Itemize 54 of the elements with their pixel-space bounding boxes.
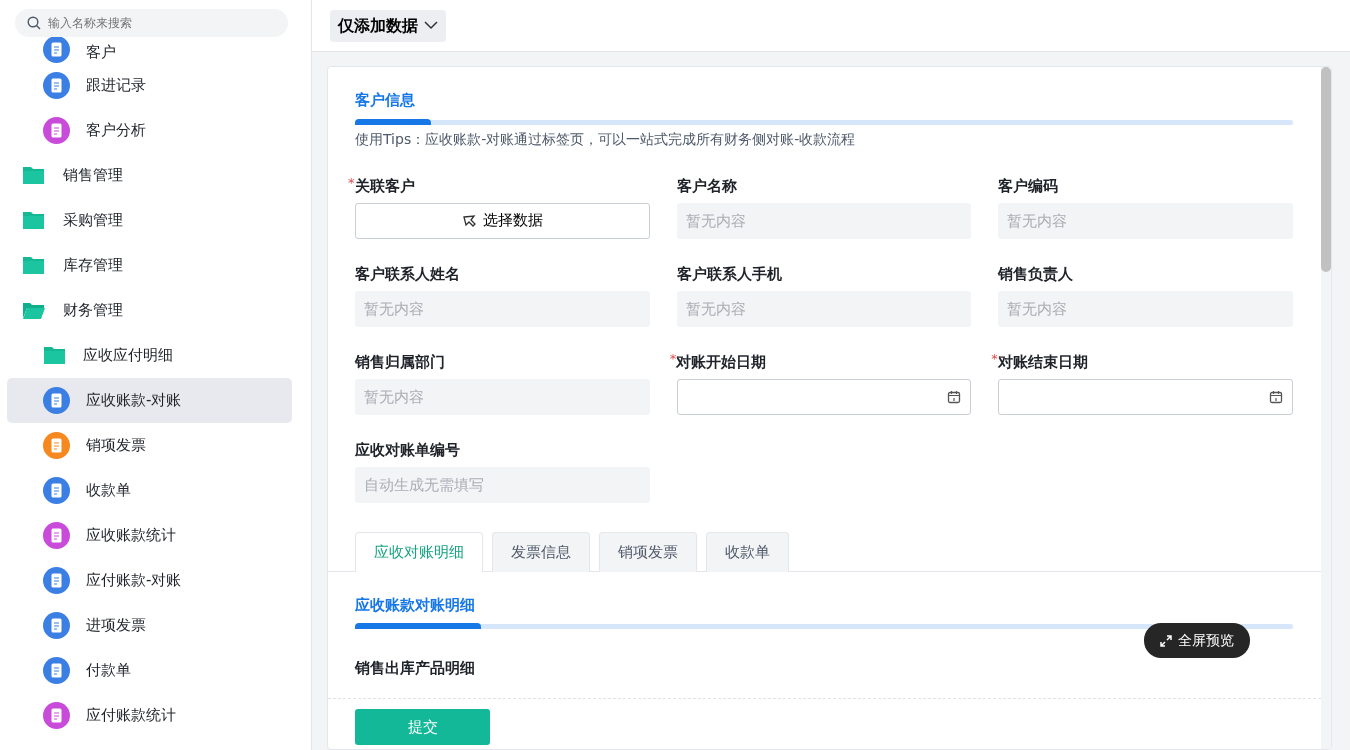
- field-label: 应收对账单编号: [355, 439, 460, 460]
- calendar-icon: [947, 389, 962, 404]
- tab[interactable]: 发票信息: [492, 531, 590, 572]
- sidebar-item[interactable]: 进项发票: [7, 603, 292, 648]
- required-mark: *: [669, 351, 677, 366]
- sidebar-item[interactable]: 跟进记录: [7, 63, 292, 108]
- readonly-field[interactable]: 暂无内容: [676, 202, 972, 239]
- field-label: 客户联系人姓名: [355, 263, 460, 284]
- scrollbar[interactable]: [1321, 67, 1331, 749]
- sidebar-item[interactable]: 客户分析: [7, 108, 292, 153]
- section-title: 应收账款对账明细: [355, 594, 476, 616]
- sidebar-item[interactable]: 收款单: [7, 468, 292, 513]
- sidebar-item[interactable]: 应收应付明细: [7, 333, 292, 378]
- readonly-field[interactable]: 自动生成无需填写: [355, 466, 650, 503]
- fullscreen-preview-button[interactable]: 全屏预览: [1144, 623, 1250, 658]
- readonly-field[interactable]: 暂无内容: [998, 290, 1293, 327]
- sidebar-item[interactable]: 付款单: [7, 648, 292, 693]
- field-label: 销售归属部门: [355, 351, 445, 372]
- date-field[interactable]: [998, 378, 1293, 415]
- field-label: 客户名称: [676, 175, 737, 196]
- required-mark: *: [348, 175, 355, 190]
- tip-text: 使用Tips：应收账款-对账通过标签页，可以一站式完成所有财务侧对账-收款流程: [355, 129, 857, 149]
- date-field[interactable]: [676, 378, 972, 415]
- sidebar-item[interactable]: 库存管理: [7, 243, 292, 288]
- sidebar-item[interactable]: 应付账款-对账: [7, 558, 292, 603]
- chevron-down-icon: [424, 21, 438, 30]
- field-label: 对账结束日期: [997, 351, 1088, 372]
- select-data-button[interactable]: 选择数据: [355, 202, 650, 239]
- sidebar-item[interactable]: 销项发票: [7, 423, 292, 468]
- sidebar-item[interactable]: 采购管理: [7, 198, 292, 243]
- field-label: 客户编码: [998, 175, 1059, 196]
- tab[interactable]: 销项发票: [599, 531, 697, 572]
- search-field[interactable]: 输入名称来搜索: [15, 9, 288, 37]
- readonly-field[interactable]: 暂无内容: [355, 378, 650, 415]
- sidebar-item[interactable]: 财务管理: [7, 288, 292, 333]
- sidebar-item[interactable]: 应收账款统计: [7, 513, 292, 558]
- readonly-field[interactable]: 暂无内容: [676, 290, 972, 327]
- tab[interactable]: 收款单: [706, 531, 789, 572]
- subsection-title: 销售出库产品明细: [355, 658, 476, 679]
- field-label: 对账开始日期: [676, 351, 767, 372]
- field-label: 客户联系人手机: [676, 263, 782, 284]
- expand-icon: [1160, 634, 1172, 647]
- sidebar-item[interactable]: 应付账款统计: [7, 693, 292, 738]
- field-label: 关联客户: [354, 175, 415, 196]
- section-title: 客户信息: [355, 90, 416, 111]
- readonly-field[interactable]: 暂无内容: [998, 202, 1293, 239]
- field-label: 销售负责人: [998, 263, 1074, 284]
- required-mark: *: [991, 351, 998, 366]
- sidebar-item[interactable]: 应收账款-对账: [7, 378, 292, 423]
- calendar-icon: [1269, 389, 1283, 404]
- cursor-icon: [461, 213, 477, 228]
- readonly-field[interactable]: 暂无内容: [355, 290, 650, 327]
- mode-dropdown[interactable]: 仅添加数据: [330, 9, 446, 42]
- sidebar-item[interactable]: 销售管理: [7, 153, 292, 198]
